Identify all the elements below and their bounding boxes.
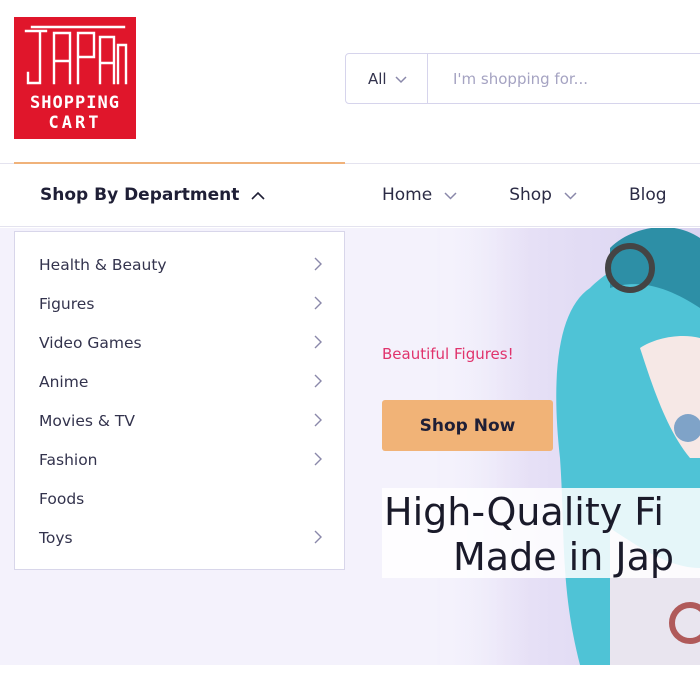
- search-bar: All: [345, 53, 700, 104]
- nav-item-shop[interactable]: Shop: [509, 185, 577, 205]
- nav-item-blog[interactable]: Blog: [629, 185, 667, 205]
- nav-item-label: Blog: [628, 185, 667, 205]
- department-item-movies-tv[interactable]: Movies & TV: [15, 401, 344, 440]
- shop-now-button[interactable]: Shop Now: [382, 400, 553, 451]
- department-item-figures[interactable]: Figures: [15, 284, 344, 323]
- chevron-right-icon: [314, 335, 322, 353]
- department-item-fashion[interactable]: Fashion: [15, 440, 344, 479]
- department-item-label: Fashion: [39, 450, 98, 469]
- department-dropdown: Health & Beauty Figures Video Games Anim…: [14, 231, 345, 570]
- main-menu: Home Shop Blog: [382, 164, 700, 226]
- hero-headline-line2: Made in Jap: [453, 535, 674, 579]
- chevron-right-icon: [314, 374, 322, 392]
- chevron-right-icon: [314, 413, 322, 431]
- logo-icon: SHOPPING CART: [14, 17, 136, 139]
- logo-line3: CART: [49, 113, 102, 133]
- department-item-label: Toys: [39, 528, 73, 547]
- nav-item-label: Shop: [509, 185, 552, 205]
- chevron-down-icon: [564, 185, 577, 205]
- department-item-label: Foods: [39, 489, 85, 508]
- department-item-label: Anime: [39, 372, 89, 391]
- department-item-label: Movies & TV: [39, 411, 135, 430]
- category-select[interactable]: All: [346, 54, 428, 103]
- nav-item-home[interactable]: Home: [382, 185, 457, 205]
- department-item-foods[interactable]: Foods: [15, 479, 344, 518]
- department-item-label: Figures: [39, 294, 95, 313]
- nav-item-label: Home: [382, 185, 433, 205]
- category-select-value: All: [368, 69, 387, 88]
- chevron-up-icon: [251, 185, 265, 205]
- hero-headline-line1: High-Quality Fi: [384, 490, 664, 534]
- chevron-right-icon: [314, 452, 322, 470]
- main-navbar: Shop By Department Home Shop Blog: [0, 162, 700, 227]
- page-bottom-area: [0, 665, 700, 700]
- hero-tagline: Beautiful Figures!: [382, 345, 514, 363]
- department-item-anime[interactable]: Anime: [15, 362, 344, 401]
- chevron-right-icon: [314, 530, 322, 548]
- chevron-down-icon: [444, 185, 457, 205]
- logo-line2: SHOPPING: [30, 93, 120, 113]
- department-item-label: Health & Beauty: [39, 255, 167, 274]
- site-logo[interactable]: SHOPPING CART: [14, 17, 136, 139]
- chevron-down-icon: [395, 70, 407, 88]
- department-item-toys[interactable]: Toys: [15, 518, 344, 557]
- chevron-right-icon: [314, 257, 322, 275]
- department-item-video-games[interactable]: Video Games: [15, 323, 344, 362]
- shop-by-department-toggle[interactable]: Shop By Department: [14, 162, 345, 226]
- department-item-health-beauty[interactable]: Health & Beauty: [15, 245, 344, 284]
- department-toggle-label: Shop By Department: [40, 185, 240, 205]
- chevron-right-icon: [314, 296, 322, 314]
- search-input[interactable]: [428, 54, 700, 103]
- department-item-label: Video Games: [39, 333, 142, 352]
